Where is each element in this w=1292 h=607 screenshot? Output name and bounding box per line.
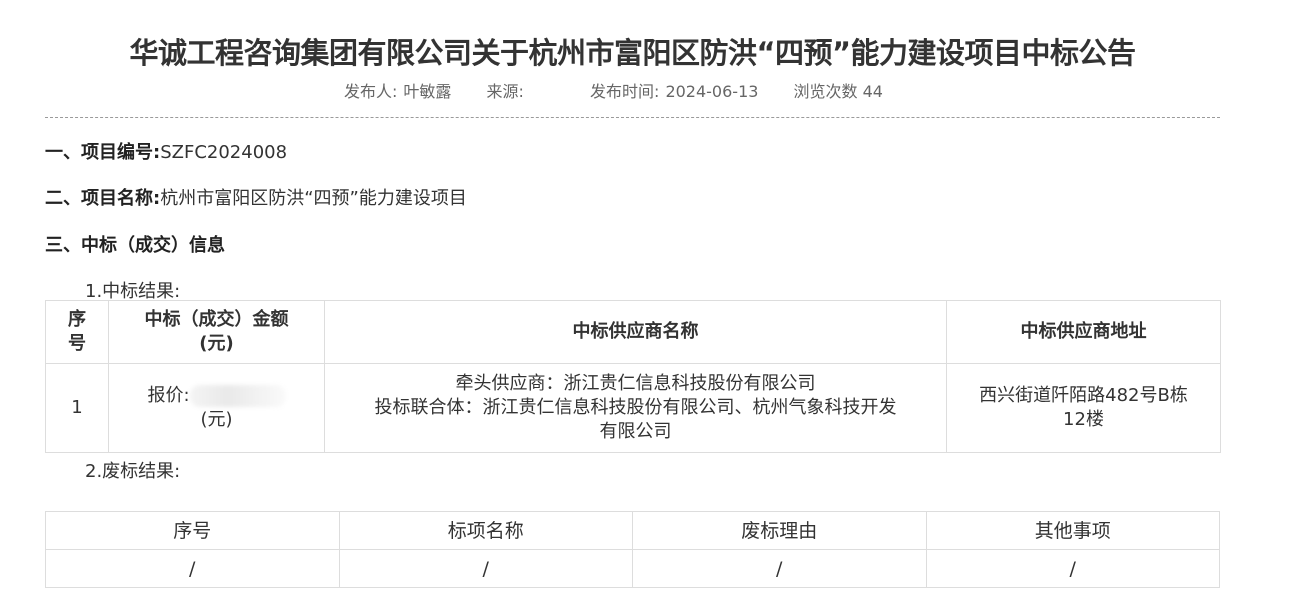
- view-count-label: 浏览次数: [793, 82, 858, 101]
- project-number: 一、项目编号:SZFC2024008: [45, 138, 287, 164]
- publisher: 发布人: 叶敏露: [344, 82, 457, 101]
- invalid-result-table: 序号 标项名称 废标理由 其他事项 / / / /: [45, 511, 1220, 588]
- col-header-amount-line1: 中标（成交）金额: [144, 309, 289, 330]
- publisher-label: 发布人:: [344, 82, 398, 101]
- project-name: 二、项目名称:杭州市富阳区防洪“四预”能力建设项目: [45, 184, 467, 210]
- article-meta: 发布人: 叶敏露 来源: 发布时间: 2024-06-13 浏览次数 44: [0, 78, 1227, 102]
- view-count-value: 44: [862, 82, 883, 101]
- award-info-heading-text: 三、中标（成交）信息: [45, 235, 225, 256]
- table-header-row: 序号 标项名称 废标理由 其他事项: [45, 511, 1220, 550]
- consortium-line1: 投标联合体：浙江贵仁信息科技股份有限公司、杭州气象科技开发: [374, 397, 897, 418]
- cell-amount: 报价: (元): [108, 363, 325, 453]
- col-header-other: 其他事项: [925, 511, 1220, 550]
- award-result-table: 序 号 中标（成交）金额 (元) 中标供应商名称 中标供应商地址 1 报价: (…: [45, 300, 1221, 453]
- award-info-heading: 三、中标（成交）信息: [45, 231, 225, 257]
- publish-time-value: 2024-06-13: [665, 82, 759, 101]
- col-header-seq: 序 号: [45, 300, 109, 364]
- col-header-supplier-name: 中标供应商名称: [324, 300, 947, 364]
- price-unit: (元): [200, 409, 233, 430]
- page-title: 华诚工程咨询集团有限公司关于杭州市富阳区防洪“四预”能力建设项目中标公告: [129, 36, 1136, 70]
- publisher-value: 叶敏露: [403, 82, 452, 101]
- col-header-seq: 序号: [45, 511, 340, 550]
- table-row: / / / /: [45, 549, 1220, 588]
- col-header-seq-line2: 号: [68, 333, 86, 354]
- col-header-amount-line2: (元): [199, 333, 234, 354]
- cell-supplier-address: 西兴街道阡陌路482号B栋 12楼: [946, 363, 1221, 453]
- view-count: 浏览次数 44: [794, 82, 883, 101]
- project-number-heading: 一、项目编号:: [45, 142, 161, 163]
- col-header-seq-line1: 序: [68, 309, 86, 330]
- address-line1: 西兴街道阡陌路482号B栋: [979, 385, 1188, 406]
- consortium-line2: 有限公司: [599, 421, 672, 442]
- table-row: 1 报价: (元) 牵头供应商：浙江贵仁信息科技股份有限公司 投标联合体：浙江贵…: [45, 363, 1221, 453]
- invalid-result-label: 2.废标结果:: [85, 461, 181, 482]
- col-header-amount: 中标（成交）金额 (元): [108, 300, 325, 364]
- cell-seq: 1: [45, 363, 109, 453]
- publish-time: 发布时间: 2024-06-13: [590, 82, 763, 101]
- project-number-value: SZFC2024008: [160, 142, 288, 163]
- redacted-price: [189, 385, 286, 407]
- address-line2: 12楼: [1063, 409, 1104, 430]
- col-header-reason: 废标理由: [632, 511, 927, 550]
- divider: [45, 117, 1220, 118]
- source-label: 来源:: [486, 82, 524, 101]
- col-header-supplier-address: 中标供应商地址: [946, 300, 1221, 364]
- source: 来源:: [487, 82, 536, 101]
- cell-seq: /: [45, 549, 340, 588]
- project-name-value: 杭州市富阳区防洪“四预”能力建设项目: [160, 188, 467, 209]
- table-header-row: 序 号 中标（成交）金额 (元) 中标供应商名称 中标供应商地址: [45, 300, 1221, 364]
- lead-supplier: 牵头供应商：浙江贵仁信息科技股份有限公司: [455, 373, 816, 394]
- cell-item-name: /: [338, 549, 633, 588]
- price-label: 报价:: [147, 385, 190, 406]
- cell-other: /: [925, 549, 1220, 588]
- cell-reason: /: [632, 549, 927, 588]
- col-header-item-name: 标项名称: [338, 511, 633, 550]
- cell-supplier-name: 牵头供应商：浙江贵仁信息科技股份有限公司 投标联合体：浙江贵仁信息科技股份有限公…: [324, 363, 947, 453]
- project-name-heading: 二、项目名称:: [45, 188, 161, 209]
- publish-time-label: 发布时间:: [590, 82, 660, 101]
